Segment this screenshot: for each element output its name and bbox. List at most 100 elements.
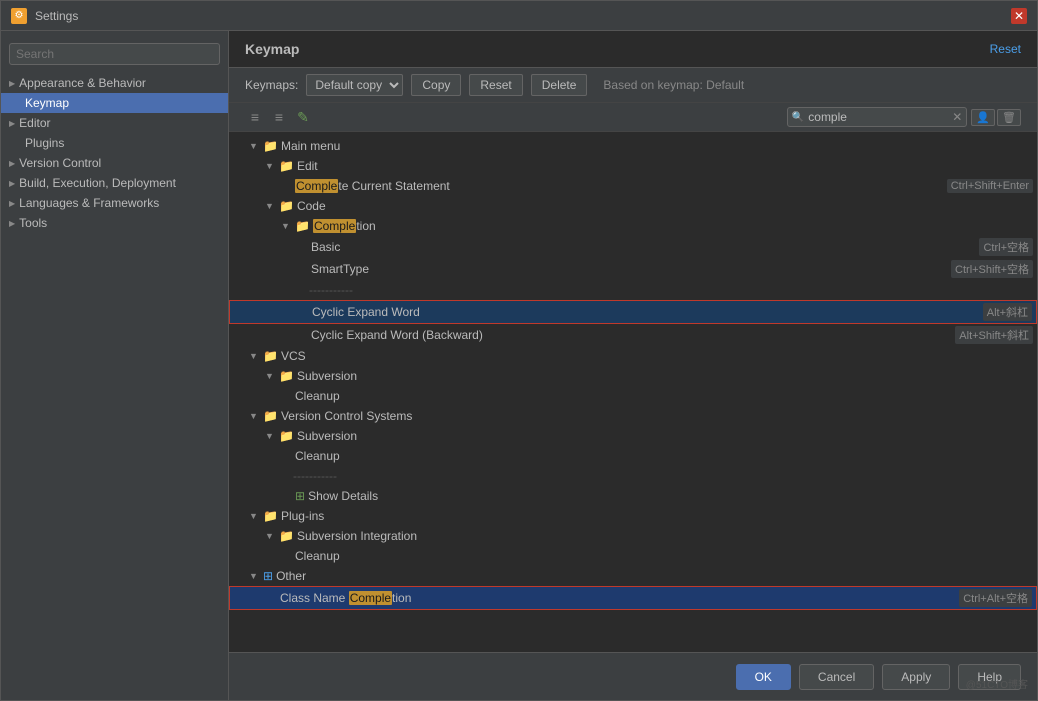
based-on-text: Based on keymap: Default [603, 78, 744, 92]
keymaps-label: Keymaps: [245, 78, 298, 92]
arrow-icon: ▶ [9, 119, 15, 128]
keymap-select[interactable]: Default copy [306, 74, 403, 96]
folder-icon: 📁 [263, 349, 278, 363]
tree-node-class-name[interactable]: Class Name Completion Ctrl+Alt+空格 [229, 586, 1037, 610]
watermark: @51CTO博客 [966, 676, 1028, 691]
tree-node-subversion-int[interactable]: ▼ 📁 Subversion Integration [229, 526, 1037, 546]
tree-node-vcs-systems[interactable]: ▼ 📁 Version Control Systems [229, 406, 1037, 426]
search-action-buttons: 👤 🗑 [971, 109, 1021, 126]
sidebar-item-tools[interactable]: ▶ Tools [1, 213, 228, 233]
folder-icon: 📁 [279, 529, 294, 543]
tree-node-show-details[interactable]: ⊞ Show Details [229, 486, 1037, 506]
apply-button[interactable]: Apply [882, 664, 950, 690]
copy-button[interactable]: Copy [411, 74, 461, 96]
arrow-icon: ▶ [9, 219, 15, 228]
tree-node-cyclic-expand[interactable]: Cyclic Expand Word Alt+斜杠 [229, 300, 1037, 324]
node-label: Subversion [297, 429, 1033, 443]
search-prev-button[interactable]: 👤 [971, 109, 995, 126]
sidebar-item-label: Languages & Frameworks [19, 196, 159, 210]
tree-node-cleanup2[interactable]: Cleanup [229, 446, 1037, 466]
sidebar-item-languages[interactable]: ▶ Languages & Frameworks [1, 193, 228, 213]
clear-icon[interactable]: ✕ [952, 110, 962, 124]
sidebar-item-label: Plugins [25, 136, 64, 150]
sidebar-item-editor[interactable]: ▶ Editor [1, 113, 228, 133]
node-label: Cleanup [295, 389, 1033, 403]
expand-arrow: ▼ [265, 161, 279, 171]
expand-arrow: ▼ [249, 351, 263, 361]
tree-node-edit[interactable]: ▼ 📁 Edit [229, 156, 1037, 176]
right-panel: Keymap Reset Keymaps: Default copy Copy … [229, 31, 1037, 700]
sidebar-item-version-control[interactable]: ▶ Version Control [1, 153, 228, 173]
tree-separator-2: ----------- [229, 466, 1037, 486]
node-label: Subversion Integration [297, 529, 1033, 543]
reset-button[interactable]: Reset [469, 74, 522, 96]
expand-arrow: ▼ [265, 371, 279, 381]
node-label: VCS [281, 349, 1033, 363]
tree-node-basic[interactable]: Basic Ctrl+空格 [229, 236, 1037, 258]
node-label: Cleanup [295, 549, 1033, 563]
shortcut-label: Alt+Shift+斜杠 [955, 326, 1033, 344]
sidebar-search-input[interactable] [9, 43, 220, 65]
settings-window: ⚙ Settings ✕ ▶ Appearance & Behavior Key… [0, 0, 1038, 701]
special-icon: ⊞ [295, 489, 305, 503]
tree-container[interactable]: ▼ 📁 Main menu ▼ 📁 Edit [229, 132, 1037, 652]
search-input[interactable] [808, 110, 948, 124]
sidebar-item-label: Version Control [19, 156, 101, 170]
shortcut-label: Ctrl+Alt+空格 [959, 589, 1032, 607]
tree-node-other[interactable]: ▼ ⊞ Other [229, 566, 1037, 586]
tree-node-completion[interactable]: ▼ 📁 Completion [229, 216, 1037, 236]
folder-icon: 📁 [279, 369, 294, 383]
edit-icon[interactable]: ✎ [293, 109, 313, 126]
sidebar-item-label: Build, Execution, Deployment [19, 176, 176, 190]
sidebar-item-appearance[interactable]: ▶ Appearance & Behavior [1, 73, 228, 93]
shortcut-label: Ctrl+Shift+空格 [951, 260, 1033, 278]
bottom-bar: OK Cancel Apply Help [229, 652, 1037, 700]
cancel-button[interactable]: Cancel [799, 664, 874, 690]
sidebar-item-build[interactable]: ▶ Build, Execution, Deployment [1, 173, 228, 193]
arrow-icon: ▶ [9, 199, 15, 208]
arrow-icon: ▶ [9, 79, 15, 88]
expand-arrow: ▼ [265, 201, 279, 211]
tree-node-cleanup3[interactable]: Cleanup [229, 546, 1037, 566]
tree-node-complete-current[interactable]: Complete Current Statement Ctrl+Shift+En… [229, 176, 1037, 196]
folder-icon: 📁 [279, 159, 294, 173]
close-button[interactable]: ✕ [1011, 8, 1027, 24]
main-content: ▶ Appearance & Behavior Keymap ▶ Editor … [1, 31, 1037, 700]
folder-icon: 📁 [279, 199, 294, 213]
separator-label: ----------- [309, 283, 1033, 297]
tree-node-cleanup1[interactable]: Cleanup [229, 386, 1037, 406]
expand-arrow: ▼ [249, 411, 263, 421]
ok-button[interactable]: OK [736, 664, 791, 690]
shortcut-label: Ctrl+空格 [979, 238, 1033, 256]
sidebar: ▶ Appearance & Behavior Keymap ▶ Editor … [1, 31, 229, 700]
tree-node-vcs[interactable]: ▼ 📁 VCS [229, 346, 1037, 366]
arrow-icon: ▶ [9, 159, 15, 168]
tree-node-subversion2[interactable]: ▼ 📁 Subversion [229, 426, 1037, 446]
search-area: 🔍 ✕ 👤 🗑 [787, 107, 1021, 127]
folder-icon: 📁 [263, 409, 278, 423]
collapse-all-icon[interactable]: ≡ [269, 109, 289, 125]
node-label: Complete Current Statement [295, 179, 947, 193]
delete-button[interactable]: Delete [531, 74, 588, 96]
node-label: Basic [311, 240, 979, 254]
tree-node-code[interactable]: ▼ 📁 Code [229, 196, 1037, 216]
tree-node-smarttype[interactable]: SmartType Ctrl+Shift+空格 [229, 258, 1037, 280]
sidebar-item-plugins[interactable]: Plugins [1, 133, 228, 153]
node-label: Class Name Completion [280, 591, 959, 605]
expand-all-icon[interactable]: ≡ [245, 109, 265, 125]
tree-node-subversion1[interactable]: ▼ 📁 Subversion [229, 366, 1037, 386]
title-bar: ⚙ Settings ✕ [1, 1, 1037, 31]
node-label: Plug-ins [281, 509, 1033, 523]
search-next-button[interactable]: 🗑 [997, 109, 1021, 126]
highlight: Comple [349, 591, 392, 605]
tree-node-cyclic-expand-back[interactable]: Cyclic Expand Word (Backward) Alt+Shift+… [229, 324, 1037, 346]
tree-separator-1: ----------- [229, 280, 1037, 300]
reset-link[interactable]: Reset [990, 42, 1021, 56]
tree-node-main-menu[interactable]: ▼ 📁 Main menu [229, 136, 1037, 156]
other-folder-icon: ⊞ [263, 569, 273, 583]
sidebar-item-keymap[interactable]: Keymap [1, 93, 228, 113]
tree-node-plugins[interactable]: ▼ 📁 Plug-ins [229, 506, 1037, 526]
panel-title: Keymap [245, 41, 299, 57]
folder-icon: 📁 [279, 429, 294, 443]
node-label: Edit [297, 159, 1033, 173]
